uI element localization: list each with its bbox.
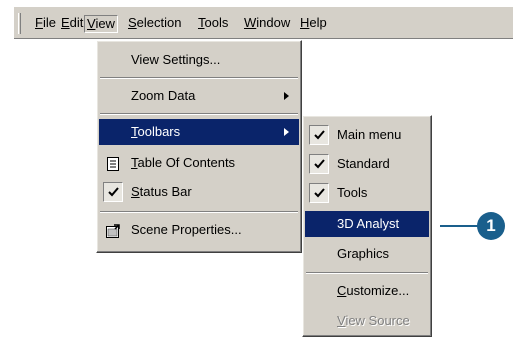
callout-number-badge: 1 (477, 212, 505, 240)
graphics-label: Graphics (337, 246, 390, 261)
checkmark-icon (103, 182, 123, 202)
customize-label: ustomize... (346, 283, 410, 298)
menu-help-accel: H (300, 15, 310, 30)
submenu-arrow-icon (284, 92, 289, 100)
table-of-contents-icon (105, 155, 121, 171)
menu-window-accel: W (244, 15, 257, 30)
menu-bar: File Edit View Selection Tools Window He… (14, 6, 513, 39)
menu-tools[interactable]: Tools (195, 15, 231, 33)
menu-view[interactable]: View (84, 15, 118, 33)
toolbar-item-standard[interactable]: Standard (305, 151, 429, 177)
tools-label: Tools (337, 185, 368, 200)
view-settings-label: View Settings... (131, 52, 221, 67)
menu-item-toolbars[interactable]: Toolbars (99, 119, 299, 145)
toolbar-item-customize[interactable]: Customize... (305, 278, 429, 304)
customize-accel: C (337, 283, 347, 298)
menu-item-scene-properties[interactable]: Scene Properties... (99, 217, 299, 243)
3d-analyst-label: 3D Analyst (337, 216, 400, 231)
toolbar-item-tools[interactable]: Tools (305, 180, 429, 206)
checkmark-icon (309, 125, 329, 145)
menu-file-label: ile (42, 15, 56, 30)
menu-edit-label: dit (69, 15, 84, 30)
zoom-data-label: Zoom Data (131, 88, 196, 103)
table-of-contents-label: able Of Contents (137, 155, 236, 170)
menu-edit[interactable]: Edit (58, 15, 86, 33)
standard-label: Standard (337, 156, 390, 171)
menu-file[interactable]: File (32, 15, 59, 33)
menu-item-table-of-contents[interactable]: Table Of Contents (99, 150, 299, 176)
menu-help-label: elp (309, 15, 327, 30)
toolbars-label: oolbars (137, 124, 181, 139)
checkmark-icon (309, 183, 329, 203)
menu-selection-accel: S (128, 15, 137, 30)
checkmark-icon (309, 154, 329, 174)
menu-file-accel: F (35, 15, 43, 30)
menu-selection-label: election (136, 15, 182, 30)
menu-separator (100, 211, 298, 213)
menu-tools-label: ools (204, 15, 229, 30)
menu-item-status-bar[interactable]: Status Bar (99, 179, 299, 205)
main-menu-label: Main menu (337, 127, 402, 142)
toolbar-item-graphics[interactable]: Graphics (305, 241, 429, 267)
menu-separator (100, 113, 298, 115)
menu-window-label: indow (256, 15, 291, 30)
view-menu: View Settings... Zoom Data Toolbars Tabl… (96, 40, 302, 253)
scene-properties-label: Scene Properties... (131, 222, 242, 237)
menu-edit-accel: E (61, 15, 70, 30)
menu-item-zoom-data[interactable]: Zoom Data (99, 83, 299, 109)
menu-separator (100, 77, 298, 79)
status-bar-accel: S (131, 184, 140, 199)
menu-separator (306, 272, 428, 274)
scene-properties-icon (105, 222, 121, 238)
toolbar-grip[interactable] (18, 13, 21, 34)
submenu-arrow-icon (284, 128, 289, 136)
toolbar-item-3d-analyst[interactable]: 3D Analyst (305, 211, 429, 237)
menu-window[interactable]: Window (241, 15, 293, 33)
toolbars-submenu: Main menu Standard Tools 3D Analyst Grap… (302, 115, 432, 337)
menu-selection[interactable]: Selection (125, 15, 184, 33)
menu-help[interactable]: Help (297, 15, 330, 33)
view-source-label: iew Source (345, 313, 410, 328)
toolbar-item-main-menu[interactable]: Main menu (305, 122, 429, 148)
callout-leader-line (440, 225, 480, 227)
status-bar-label: tatus Bar (139, 184, 192, 199)
menu-item-view-settings[interactable]: View Settings... (99, 47, 299, 73)
menu-view-label: iew (95, 16, 115, 31)
toolbar-item-view-source: View Source (305, 308, 429, 334)
